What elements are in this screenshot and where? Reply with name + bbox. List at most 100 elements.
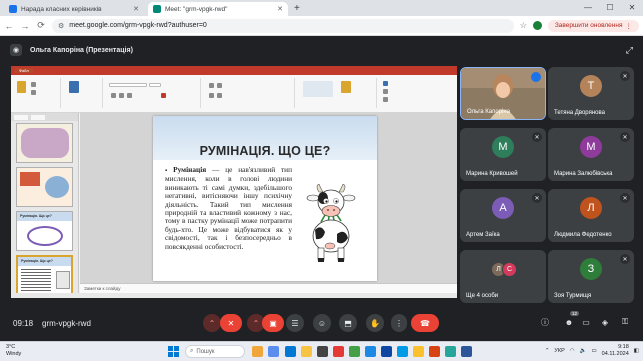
hang-up-icon: ☎ [420,318,430,328]
slide-thumbnail-selected[interactable]: 5 Румінація. Що це? [16,255,73,295]
word-icon[interactable] [461,346,472,357]
chrome-icon[interactable] [413,346,424,357]
find-icon [383,81,388,86]
mic-off-icon: ✕ [227,318,235,328]
more-participants-tile[interactable]: Л С Ще 4 особи [460,250,546,303]
people-button[interactable]: ☻ 12 [562,311,579,329]
slide-notes-field[interactable]: Заметки к слайду [80,283,457,293]
activities-button[interactable]: ◈ [598,315,612,329]
participant-avatar: Т [580,75,602,97]
captions-icon: ☰ [291,318,299,328]
taskbar-app-icon[interactable] [317,346,328,357]
close-window-icon[interactable]: ✕ [621,0,643,16]
leave-call-button[interactable]: ☎ [411,314,439,332]
clock-date: 04.11.2024 [601,351,629,357]
taskbar-app-icon[interactable] [285,346,296,357]
participant-avatar-group: Л С [491,262,521,278]
italic-icon [119,93,124,98]
reactions-button[interactable]: ☺ [313,314,331,332]
taskbar-app-icon[interactable] [349,346,360,357]
taskbar-app-icon[interactable] [365,346,376,357]
host-controls-button[interactable]: ⚿ [618,315,632,329]
camera-toggle-button[interactable]: ▣ [262,314,284,332]
extension-icon[interactable] [532,21,542,30]
mic-toggle-button[interactable]: ✕ [220,314,242,332]
current-slide[interactable]: РУМІНАЦІЯ. ЩО ЦЕ? ▪ Румінація — це нав'яз… [153,116,377,281]
font-color-icon [161,93,166,98]
participant-tile-olga[interactable]: Ольга Капоріна [460,67,546,120]
participant-tile[interactable]: А ✕ Артем Заїка [460,189,546,242]
wifi-icon[interactable]: ◠ [570,348,575,354]
slide-thumbnail[interactable]: 1 [16,123,73,163]
participant-tile[interactable]: З ✕ Зоя Турмищя [548,250,634,303]
emoji-icon: ☺ [317,318,327,328]
battery-icon[interactable]: ▭ [591,348,596,354]
close-icon[interactable]: ✕ [133,5,139,13]
taskbar-search-input[interactable]: ⌕ Пошук [185,345,245,358]
taskbar-app-icon[interactable] [397,346,408,357]
activities-icon: ◈ [601,317,609,327]
more-vert-icon: ⋮ [625,22,633,30]
participant-avatar: Л [580,197,602,219]
meeting-code: grm-vpgk-rwd [42,318,91,328]
chat-button[interactable]: ▭ [579,315,593,329]
minimize-icon[interactable]: — [577,0,599,16]
participant-tile[interactable]: М ✕ Марина Кривошей [460,128,546,181]
taskbar-app-icon[interactable] [252,346,263,357]
windows-start-icon[interactable] [168,346,179,357]
captions-button[interactable]: ☰ [286,314,304,332]
more-options-button[interactable]: ⋮ [391,314,407,332]
raise-hand-button[interactable]: ✋ [366,314,384,332]
participant-name: Марина Залюбівська [554,171,613,177]
slide-thumbnail[interactable]: 3 Румінація. Що це? [16,211,73,251]
slide-thumbnail[interactable]: 2 [16,167,73,207]
participant-tile[interactable]: М ✕ Марина Залюбівська [548,128,634,181]
participant-tile[interactable]: Т ✕ Тетяна Дворянова [548,67,634,120]
mic-off-icon: ✕ [532,193,542,203]
browser-tab-nарада[interactable]: Нарада класних керівників ✕ [4,2,144,16]
taskbar-app-icon[interactable] [268,346,279,357]
paste-icon [17,81,26,93]
maximize-icon[interactable]: ☐ [599,0,621,16]
volume-icon[interactable]: 🔈 [580,348,587,354]
powerpoint-icon[interactable] [429,346,440,357]
browser-tab-meet[interactable]: Meet: "grm-vpgk-rwd" ✕ [148,2,288,16]
thumbnail-caption: Румінація. Що це? [21,259,53,263]
forward-arrow-icon[interactable]: → [20,21,30,31]
reload-icon[interactable]: ⟳ [36,20,46,31]
people-icon: ☻ [564,317,574,327]
folder-icon[interactable] [301,346,312,357]
weather-desc: Windy [6,351,22,357]
url-input[interactable]: ⚙ meet.google.com/grm-vpgk-rwd?authuser=… [52,18,514,33]
participant-name: Людмила Федотенко [554,232,612,238]
mic-options-button[interactable]: ⌃ [203,314,221,332]
meeting-info-button[interactable]: ⓘ [538,315,552,329]
participant-name: Ще 4 особи [466,293,499,299]
fullscreen-icon[interactable]: ⤢ [626,45,633,56]
present-button[interactable]: ⬒ [339,314,357,332]
weather-widget[interactable]: 3°C Windy [6,344,21,358]
taskbar-clock[interactable]: 9:18 04.11.2024 [602,344,629,358]
thumbnail-tabs [11,113,78,121]
participant-tile[interactable]: Л ✕ Людмила Федотенко [548,189,634,242]
tab-favicon-icon [9,5,17,13]
notifications-icon[interactable]: ◧ [634,348,639,354]
bookmark-star-icon[interactable]: ☆ [520,21,527,30]
close-icon[interactable]: ✕ [277,5,283,13]
site-info-icon[interactable]: ⚙ [58,22,64,30]
finish-update-button[interactable]: Завершити оновлення ⋮ [547,19,639,32]
mic-off-icon: ✕ [620,71,630,81]
new-tab-button[interactable]: + [294,3,300,14]
search-icon: ⌕ [190,348,194,354]
presenter-title: Ольга Капоріна (Презентація) [30,46,133,54]
language-indicator[interactable]: УКР [554,348,564,354]
window-controls: — ☐ ✕ [577,0,643,16]
clock-time: 9:18 [618,344,629,350]
taskbar-app-icon[interactable] [333,346,344,357]
taskbar-app-icon[interactable] [445,346,456,357]
participant-avatar: С [502,262,517,277]
tab-label: Нарада класних керівників [21,5,102,13]
tray-chevron-icon[interactable]: ⌃ [545,348,550,354]
taskbar-app-icon[interactable] [381,346,392,357]
back-arrow-icon[interactable]: ← [4,21,14,31]
